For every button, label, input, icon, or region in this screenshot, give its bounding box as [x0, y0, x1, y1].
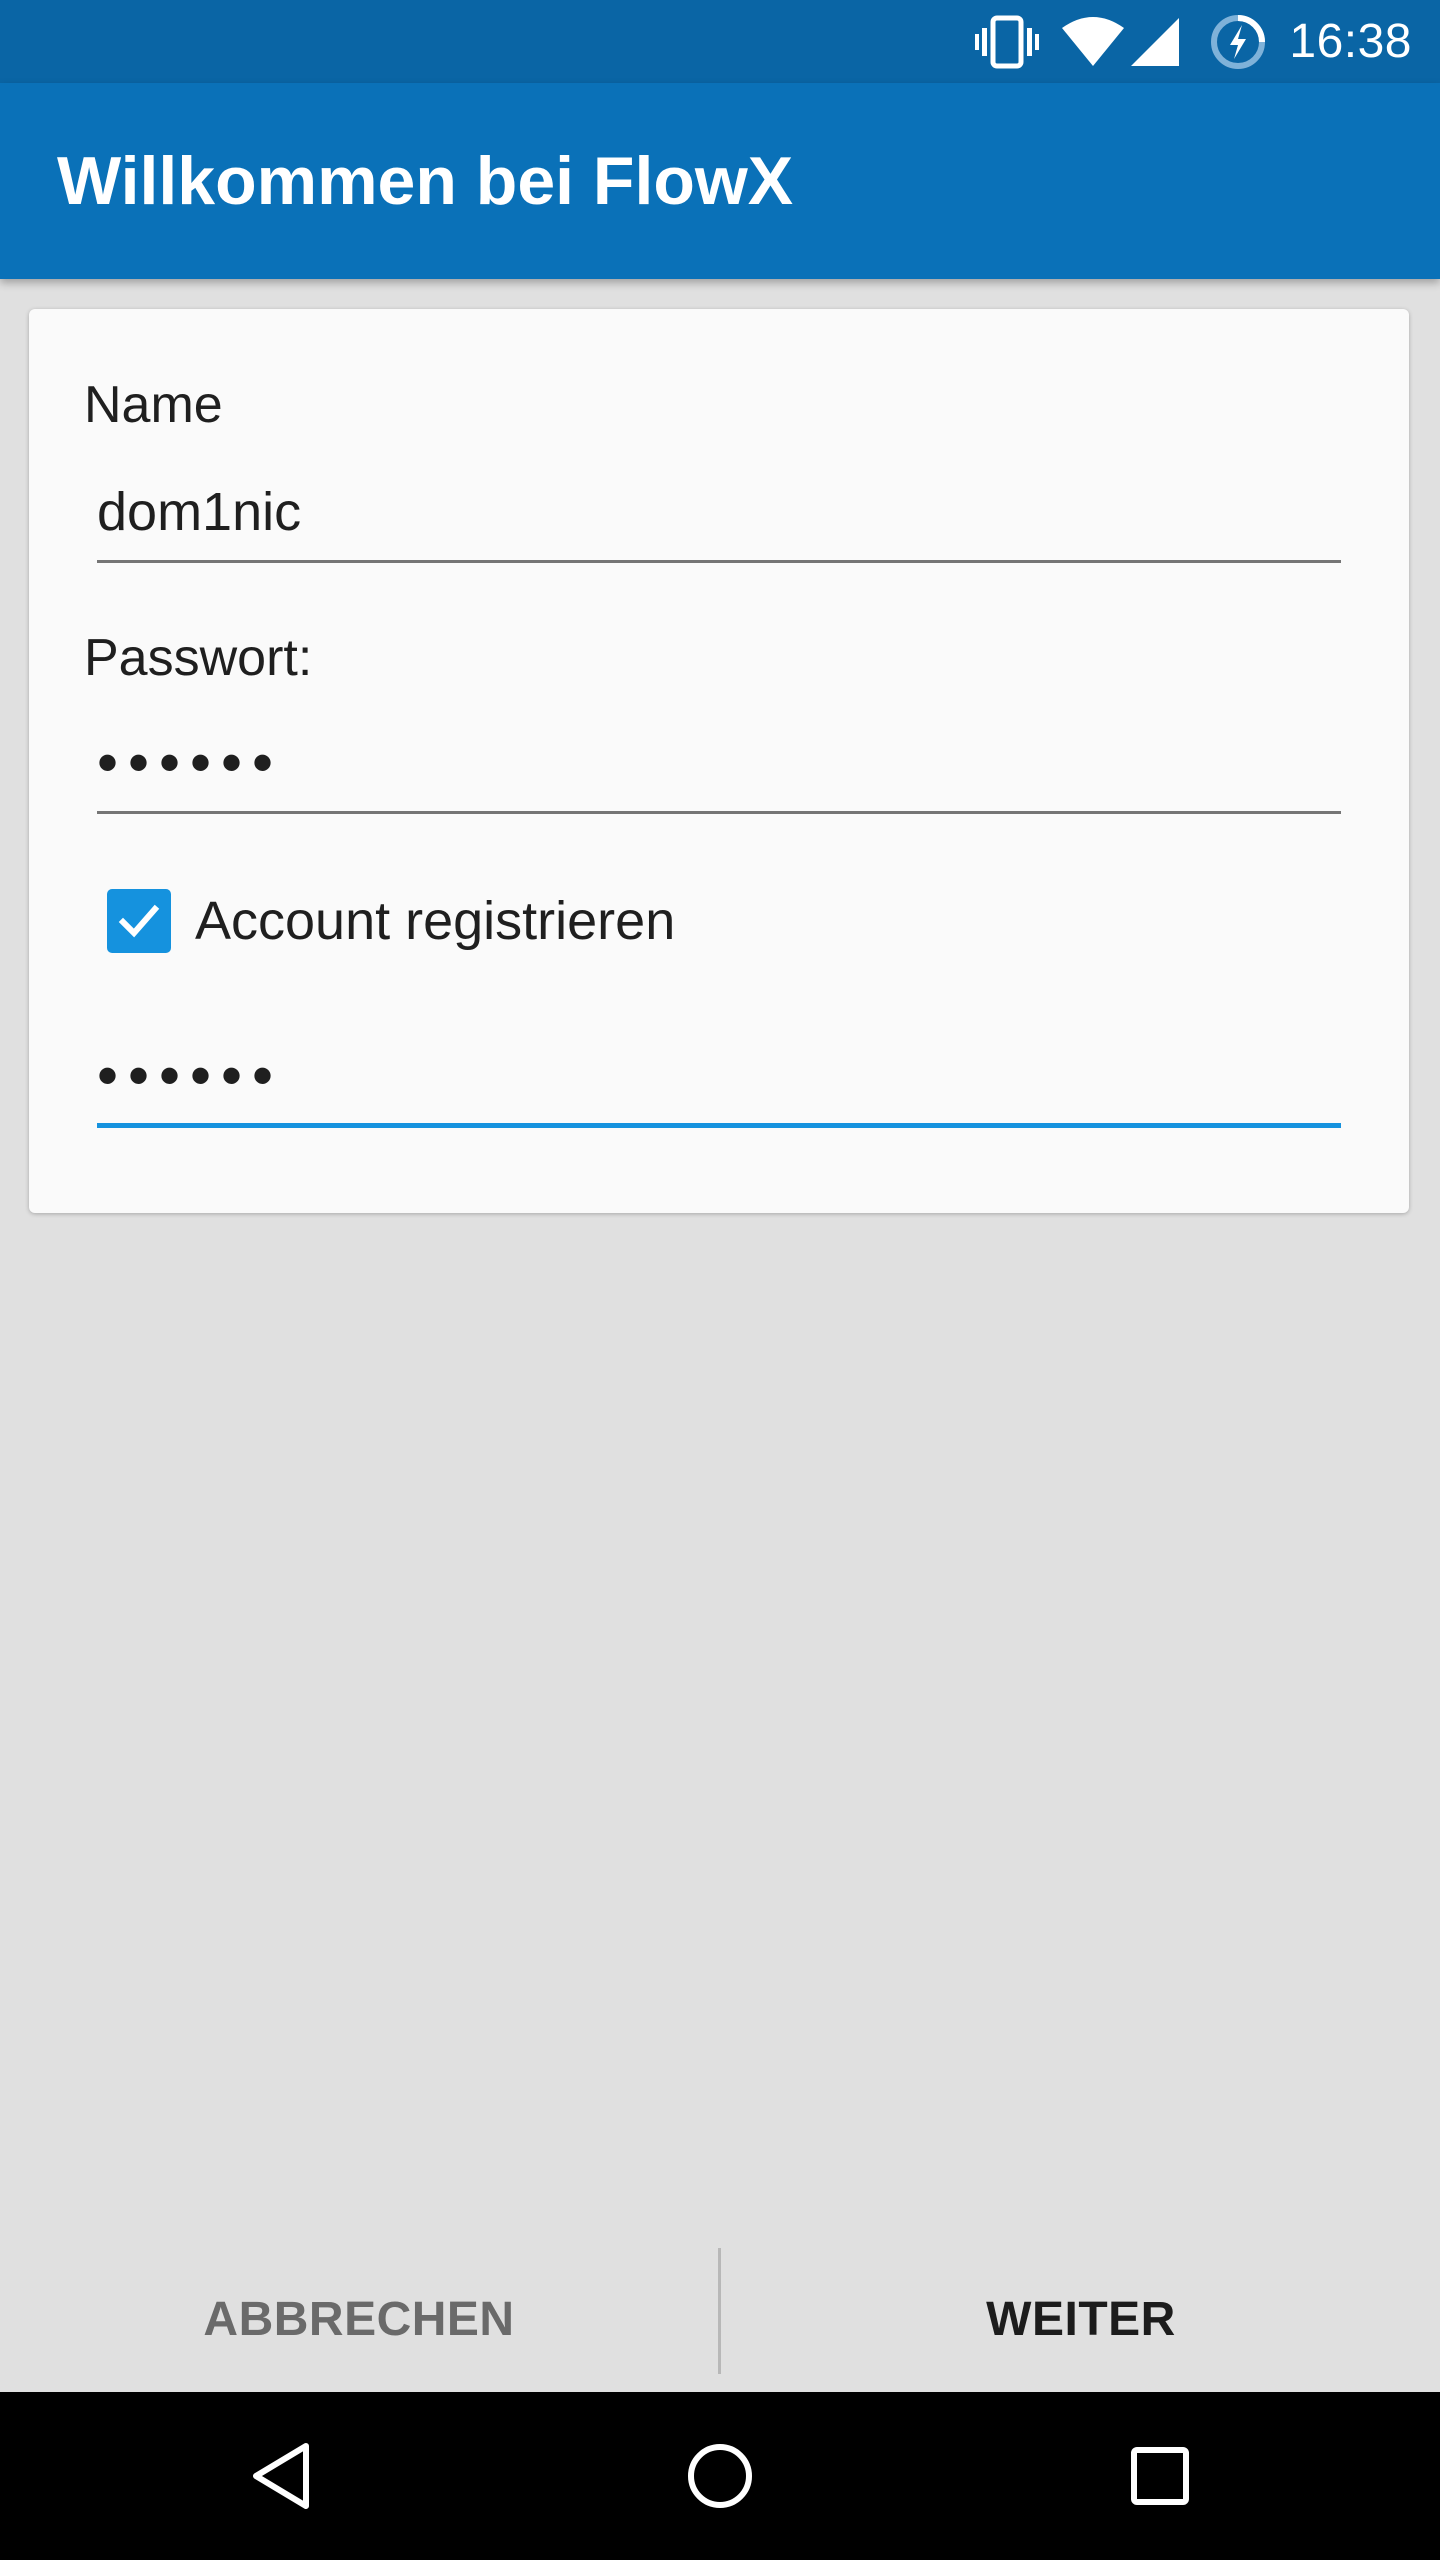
- app-bar: Willkommen bei FlowX: [0, 83, 1440, 279]
- name-input[interactable]: [97, 463, 1341, 563]
- status-bar: 16:38: [0, 0, 1440, 83]
- vibrate-icon: [975, 14, 1040, 70]
- back-icon: [253, 2443, 309, 2509]
- recents-button[interactable]: [1060, 2392, 1260, 2560]
- cancel-button[interactable]: ABBRECHEN: [0, 2248, 718, 2392]
- login-form-card: Name Passwort: Account registrieren: [29, 309, 1409, 1213]
- register-checkbox-label[interactable]: Account registrieren: [195, 890, 675, 952]
- next-button[interactable]: WEITER: [722, 2248, 1440, 2392]
- dialog-actions: ABBRECHEN WEITER: [0, 2248, 1440, 2392]
- password-label: Passwort:: [84, 629, 313, 687]
- register-checkbox[interactable]: [107, 889, 171, 953]
- home-icon: [688, 2444, 752, 2508]
- checkmark-icon: [118, 904, 160, 938]
- actions-divider: [718, 2248, 721, 2374]
- status-time: 16:38: [1289, 15, 1412, 68]
- back-button[interactable]: [181, 2392, 381, 2560]
- recents-icon: [1131, 2447, 1189, 2505]
- navigation-bar: [0, 2392, 1440, 2560]
- confirm-password-input[interactable]: [97, 1028, 1341, 1128]
- name-label: Name: [84, 376, 223, 434]
- app-title: Willkommen bei FlowX: [57, 143, 794, 219]
- battery-charging-icon: [1209, 13, 1267, 71]
- status-icons: 16:38: [975, 0, 1412, 83]
- register-checkbox-row[interactable]: Account registrieren: [107, 881, 675, 961]
- wifi-icon: [1061, 16, 1125, 68]
- cell-signal-icon: [1129, 16, 1181, 68]
- password-input[interactable]: [97, 714, 1341, 814]
- home-button[interactable]: [620, 2392, 820, 2560]
